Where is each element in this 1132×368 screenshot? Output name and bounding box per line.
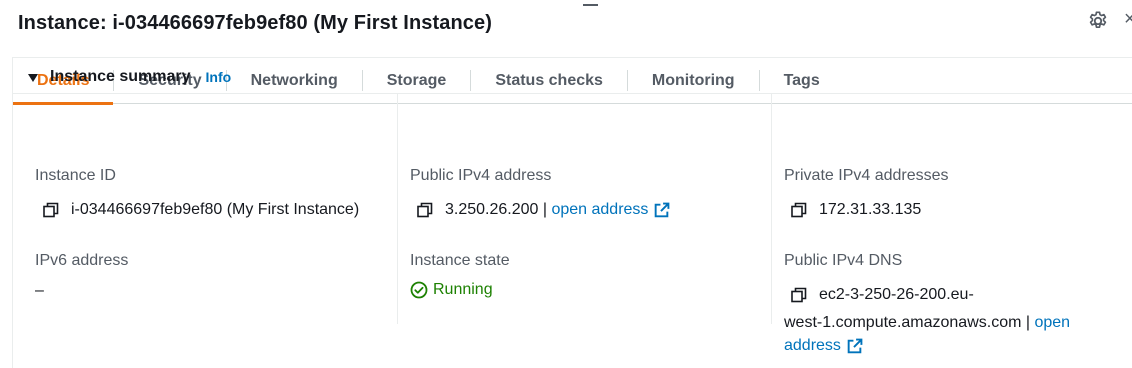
copy-icon[interactable] (791, 287, 807, 303)
private-ipv4-value: 172.31.33.135 (791, 201, 921, 219)
public-dns-value-line1: ec2-3-250-26-200.eu- (791, 286, 974, 304)
column-divider (397, 94, 398, 324)
instance-id-value: i-034466697feb9ef80 (My First Instance) (43, 201, 359, 219)
copy-icon[interactable] (791, 202, 807, 218)
public-dns-text-2: west-1.compute.amazonaws.com (784, 314, 1022, 331)
public-dns-text-1: ec2-3-250-26-200.eu- (819, 286, 974, 303)
section-divider (12, 93, 1132, 94)
info-link[interactable]: Info (206, 69, 232, 85)
window-drag-handle (583, 4, 598, 6)
instance-id-label: Instance ID (35, 167, 116, 184)
ipv6-label: IPv6 address (35, 252, 129, 269)
column-divider (771, 94, 772, 324)
instance-state-label: Instance state (410, 252, 510, 269)
instance-state-value: Running (410, 281, 493, 299)
tab-status-checks[interactable]: Status checks (471, 58, 627, 104)
external-link-icon[interactable] (653, 202, 670, 219)
copy-icon[interactable] (43, 202, 59, 218)
separator: | (538, 201, 552, 218)
tab-storage[interactable]: Storage (363, 58, 471, 104)
instance-summary-toggle[interactable]: Instance summary Info (28, 68, 231, 86)
close-icon[interactable]: × (1124, 8, 1132, 31)
open-address-link-part1[interactable]: open (1034, 314, 1070, 332)
ipv6-value: – (35, 282, 44, 299)
page-title: Instance: i-034466697feb9ef80 (My First … (18, 11, 492, 34)
external-link-icon[interactable] (846, 338, 863, 355)
gear-icon[interactable] (1087, 10, 1109, 32)
caret-down-icon (28, 73, 38, 82)
section-title: Instance summary (50, 68, 191, 85)
running-status-text: Running (433, 281, 493, 298)
open-address-link-part2[interactable]: address (784, 337, 841, 355)
private-ipv4-text: 172.31.33.135 (819, 201, 922, 218)
separator: | (1021, 314, 1035, 331)
tab-tags[interactable]: Tags (760, 58, 844, 104)
page-header: Instance: i-034466697feb9ef80 (My First … (18, 8, 492, 38)
public-ipv4-label: Public IPv4 address (410, 167, 552, 184)
public-dns-label: Public IPv4 DNS (784, 252, 903, 269)
open-address-link[interactable]: open address (551, 201, 648, 219)
public-dns-value-line2: west-1.compute.amazonaws.com | open (784, 314, 1070, 332)
instance-id-text: i-034466697feb9ef80 (My First Instance) (71, 201, 360, 218)
public-ipv4-value: 3.250.26.200 | open address (417, 201, 670, 219)
tab-networking[interactable]: Networking (227, 58, 362, 104)
tab-monitoring[interactable]: Monitoring (628, 58, 759, 104)
public-dns-value-line3: address (784, 337, 863, 355)
public-ipv4-text: 3.250.26.200 (445, 201, 539, 218)
check-circle-icon (410, 281, 428, 299)
copy-icon[interactable] (417, 202, 433, 218)
private-ipv4-label: Private IPv4 addresses (784, 167, 949, 184)
